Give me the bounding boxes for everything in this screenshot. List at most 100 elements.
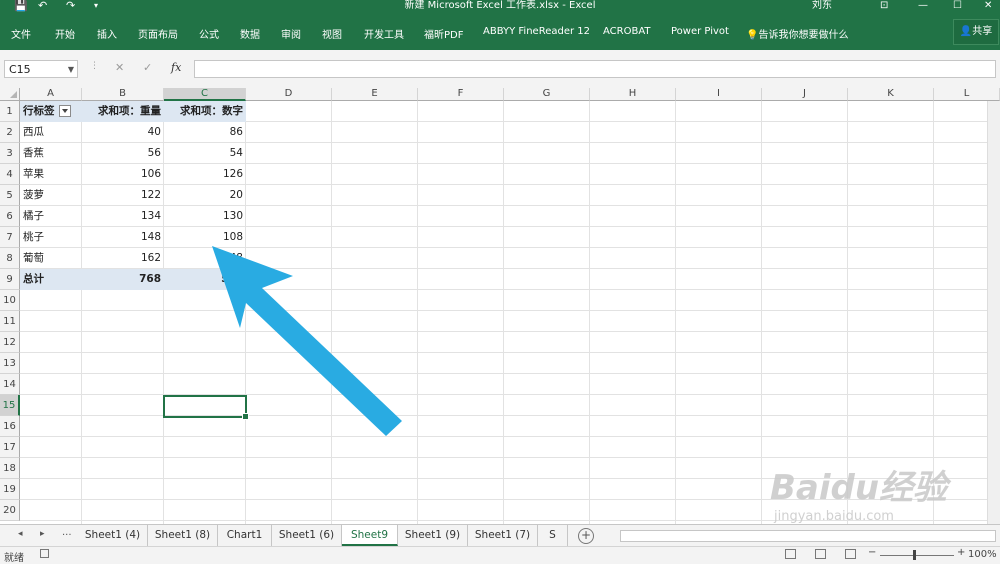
ribbon-display-options-icon[interactable]: ⊡ [880,0,888,12]
pivot-row-weight[interactable]: 148 [82,227,164,248]
tab-review[interactable]: 审阅 [281,26,301,41]
tab-view[interactable]: 视图 [322,26,342,41]
row-header-16[interactable]: 16 [0,416,20,437]
sheet-tab[interactable]: S [538,525,568,546]
column-header-c[interactable]: C [164,88,246,101]
maximize-button[interactable]: ☐ [953,0,962,12]
column-header-j[interactable]: J [762,88,848,101]
pivot-row-label[interactable]: 苹果 [20,164,82,185]
row-header-13[interactable]: 13 [0,353,20,374]
close-button[interactable]: ✕ [984,0,992,12]
pivot-row-label[interactable]: 葡萄 [20,248,82,269]
pivot-row-number[interactable]: 126 [164,164,246,185]
next-sheet-icon[interactable]: ▸ [40,529,45,539]
spreadsheet-grid[interactable]: ABCDEFGHIJKL 1 2 3 4 5 6 7 8 9 10 11 12 13 14 15 16 17 18… [0,88,1000,524]
sheet-tab[interactable]: Sheet1 (9) [398,525,468,546]
tab-acrobat[interactable]: ACROBAT [603,26,651,37]
pivot-total-number[interactable]: 572 [164,269,246,290]
column-header-d[interactable]: D [246,88,332,101]
prev-sheet-icon[interactable]: ◂ [18,529,23,539]
pivot-row-label[interactable]: 橘子 [20,206,82,227]
pivot-row-number[interactable]: 48 [164,248,246,269]
row-header-17[interactable]: 17 [0,437,20,458]
row-header-15[interactable]: 15 [0,395,20,416]
tab-home[interactable]: 开始 [55,26,75,41]
pivot-row-number[interactable]: 20 [164,185,246,206]
zoom-out-button[interactable]: − [868,547,876,558]
column-header-g[interactable]: G [504,88,590,101]
tab-page-layout[interactable]: 页面布局 [138,26,178,41]
zoom-slider-thumb[interactable] [913,550,916,560]
pivot-header-row-labels[interactable]: 行标签 [20,101,82,122]
pivot-row-number[interactable]: 130 [164,206,246,227]
filter-dropdown-icon[interactable] [58,105,71,117]
row-header-19[interactable]: 19 [0,479,20,500]
row-header-5[interactable]: 5 [0,185,20,206]
row-header-6[interactable]: 6 [0,206,20,227]
zoom-in-button[interactable]: + [957,547,965,558]
pivot-row-weight[interactable]: 162 [82,248,164,269]
tell-me-search[interactable]: 💡告诉我你想要做什么 [746,26,848,41]
row-header-11[interactable]: 11 [0,311,20,332]
pivot-total-label[interactable]: 总计 [20,269,82,290]
row-header-3[interactable]: 3 [0,143,20,164]
tab-file[interactable]: 文件 [11,26,31,41]
sheet-tab[interactable]: Sheet1 (8) [148,525,218,546]
sheet-tab[interactable]: Sheet1 (6) [272,525,342,546]
column-header-k[interactable]: K [848,88,934,101]
name-box[interactable]: C15 ▼ [4,60,78,78]
row-header-20[interactable]: 20 [0,500,20,521]
chevron-down-icon[interactable]: ▼ [68,61,74,79]
row-header-12[interactable]: 12 [0,332,20,353]
column-header-a[interactable]: A [20,88,82,101]
row-header-18[interactable]: 18 [0,458,20,479]
zoom-level[interactable]: 100% [968,549,997,560]
row-header-8[interactable]: 8 [0,248,20,269]
tab-data[interactable]: 数据 [240,26,260,41]
vertical-scrollbar[interactable] [987,101,1000,524]
pivot-row-weight[interactable]: 40 [82,122,164,143]
pivot-header-number[interactable]: 求和项：数字 [164,101,246,122]
formula-input[interactable] [194,60,996,78]
more-sheets-ellipsis[interactable]: ... [62,527,72,538]
tab-formulas[interactable]: 公式 [199,26,219,41]
normal-view-icon[interactable] [785,549,796,559]
row-header-14[interactable]: 14 [0,374,20,395]
page-break-view-icon[interactable] [845,549,856,559]
column-header-e[interactable]: E [332,88,418,101]
pivot-header-weight[interactable]: 求和项：重量 [82,101,164,122]
sheet-tab-active[interactable]: Sheet9 [342,525,398,546]
row-header-9[interactable]: 9 [0,269,20,290]
page-layout-view-icon[interactable] [815,549,826,559]
select-all-corner[interactable] [0,88,20,101]
pivot-row-number[interactable]: 86 [164,122,246,143]
share-button[interactable]: 👤共享 [953,19,999,45]
sheet-tab[interactable]: Chart1 [218,525,272,546]
pivot-total-weight[interactable]: 768 [82,269,164,290]
column-header-i[interactable]: I [676,88,762,101]
tab-developer[interactable]: 开发工具 [364,26,404,41]
tab-abbyy[interactable]: ABBYY FineReader 12 [483,26,590,37]
pivot-row-weight[interactable]: 106 [82,164,164,185]
cancel-icon[interactable]: ✕ [115,61,124,74]
tab-insert[interactable]: 插入 [97,26,117,41]
add-sheet-button[interactable]: + [578,528,594,544]
active-cell-c15[interactable] [163,395,249,420]
row-header-2[interactable]: 2 [0,122,20,143]
macro-record-icon[interactable] [40,549,49,558]
enter-icon[interactable]: ✓ [143,61,152,74]
pivot-row-label[interactable]: 香蕉 [20,143,82,164]
row-header-4[interactable]: 4 [0,164,20,185]
column-header-l[interactable]: L [934,88,1000,101]
pivot-row-number[interactable]: 108 [164,227,246,248]
tab-power-pivot[interactable]: Power Pivot [671,26,729,37]
pivot-row-number[interactable]: 54 [164,143,246,164]
column-header-b[interactable]: B [82,88,164,101]
zoom-slider[interactable] [880,555,954,556]
pivot-row-label[interactable]: 菠萝 [20,185,82,206]
row-header-1[interactable]: 1 [0,101,20,122]
row-header-10[interactable]: 10 [0,290,20,311]
insert-function-icon[interactable]: fx [171,61,181,74]
tab-foxit-pdf[interactable]: 福昕PDF [424,26,463,41]
sheet-tab[interactable]: Sheet1 (4) [78,525,148,546]
